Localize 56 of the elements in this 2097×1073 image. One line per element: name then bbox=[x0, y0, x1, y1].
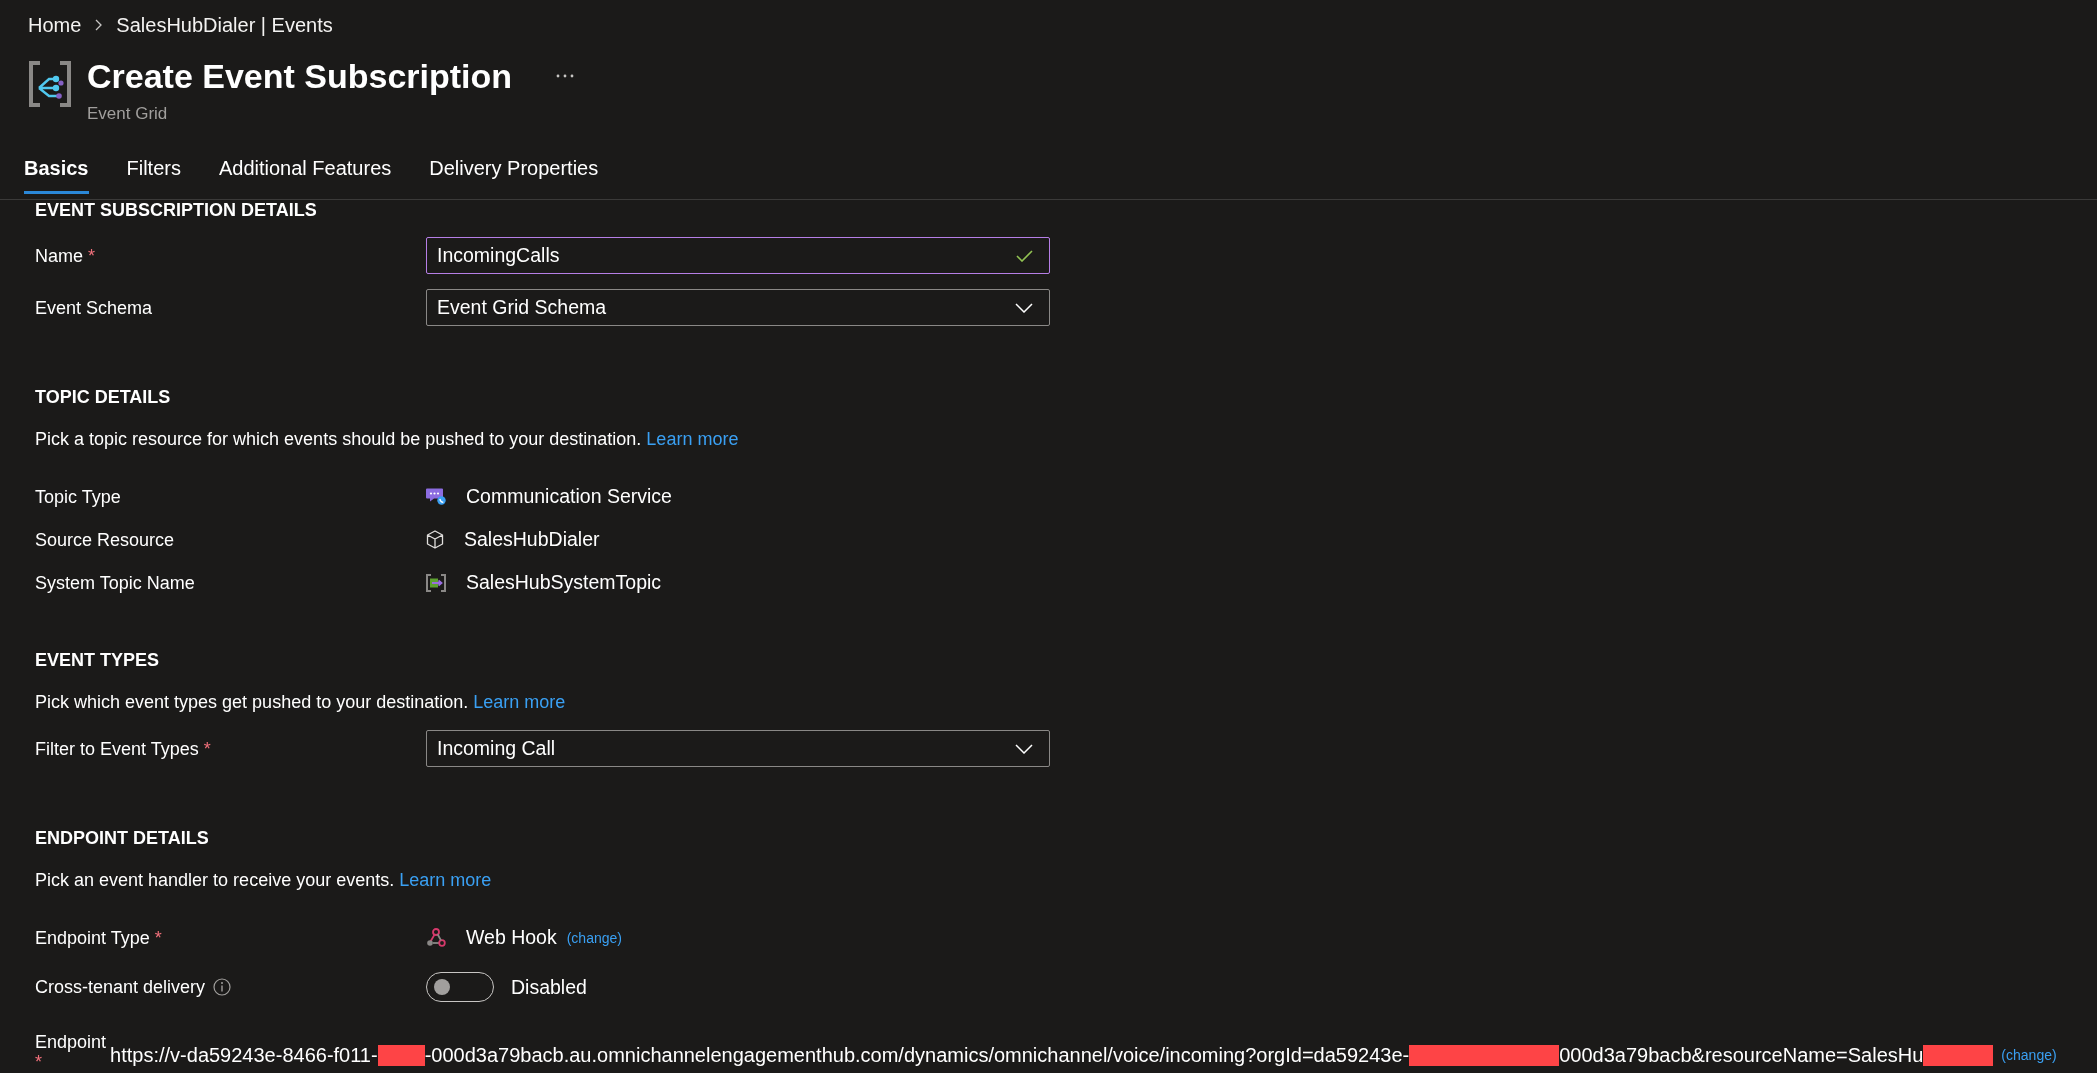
field-label: Event Schema bbox=[35, 296, 153, 319]
name-input[interactable]: IncomingCalls bbox=[426, 237, 1050, 274]
required-asterisk: * bbox=[88, 244, 96, 267]
tab[interactable]: Basics bbox=[24, 148, 89, 194]
required-asterisk: * bbox=[203, 737, 211, 760]
webhook-icon bbox=[426, 928, 446, 947]
learn-more-link[interactable]: Learn more bbox=[399, 870, 492, 890]
field-label: Endpoint Type bbox=[35, 926, 150, 949]
field-label: Endpoint bbox=[35, 1031, 107, 1053]
required-asterisk: * bbox=[35, 1053, 42, 1071]
section-description: Pick a topic resource for which events should be pushed to your destination. Learn more bbox=[35, 428, 739, 450]
section-heading: TOPIC DETAILS bbox=[35, 387, 171, 407]
more-icon[interactable] bbox=[556, 74, 575, 78]
section-heading: EVENT SUBSCRIPTION DETAILS bbox=[35, 200, 317, 220]
endpoint-url-text: https://v-da59243e-8466-f011- bbox=[110, 1043, 378, 1067]
redaction-block bbox=[1923, 1044, 1994, 1066]
tab[interactable]: Filters bbox=[126, 148, 181, 194]
change-link[interactable]: (change) bbox=[2001, 1047, 2057, 1063]
cube-icon bbox=[426, 530, 444, 549]
dropdown[interactable]: Incoming Call bbox=[426, 730, 1050, 767]
learn-more-link[interactable]: Learn more bbox=[473, 692, 566, 712]
field-value: SalesHubDialer bbox=[464, 528, 600, 551]
field-value: Web Hook bbox=[466, 926, 557, 949]
dropdown[interactable]: Event Grid Schema bbox=[426, 289, 1050, 326]
breadcrumb-link[interactable]: Home bbox=[28, 14, 82, 36]
toggle-state-label: Disabled bbox=[511, 975, 587, 999]
chevron-down-icon bbox=[1015, 743, 1033, 754]
field-label: Cross-tenant delivery bbox=[35, 976, 206, 998]
page-subtitle: Event Grid bbox=[87, 104, 168, 124]
chevron-down-icon bbox=[1015, 302, 1033, 313]
field-label: Filter to Event Types bbox=[35, 737, 199, 760]
change-link[interactable]: (change) bbox=[566, 929, 622, 946]
breadcrumb-link[interactable]: SalesHubDialer | Events bbox=[116, 14, 333, 36]
field-value: Communication Service bbox=[466, 485, 672, 508]
bracket-arrow-icon bbox=[426, 573, 446, 592]
section-heading: EVENT TYPES bbox=[35, 650, 160, 670]
info-icon[interactable] bbox=[213, 978, 232, 996]
field-label: Name bbox=[35, 244, 83, 267]
tab[interactable]: Additional Features bbox=[218, 148, 392, 194]
chevron-right-icon bbox=[95, 19, 103, 31]
field-label: Topic Type bbox=[35, 485, 121, 508]
tab[interactable]: Delivery Properties bbox=[429, 148, 599, 194]
branch-nodes-icon bbox=[28, 60, 72, 108]
redaction-block bbox=[377, 1044, 425, 1066]
section-description: Pick an event handler to receive your events. Learn more bbox=[35, 869, 492, 891]
endpoint-url-text: 000d3a79bacb&resourceName=SalesHu bbox=[1559, 1043, 1924, 1067]
page-title: Create Event Subscription bbox=[87, 56, 513, 96]
endpoint-url-text: -000d3a79bacb.au.omnichannelengagementhub.com/dynamics/omnichannel/voice/incoming?orgId=da59243e- bbox=[424, 1043, 1410, 1067]
chat-bubble-icon bbox=[426, 488, 446, 505]
section-description: Pick which event types get pushed to your destination. Learn more bbox=[35, 691, 566, 713]
learn-more-link[interactable]: Learn more bbox=[646, 429, 739, 449]
field-label: System Topic Name bbox=[35, 571, 195, 594]
section-heading: ENDPOINT DETAILS bbox=[35, 828, 209, 848]
required-asterisk: * bbox=[154, 926, 162, 949]
field-label: Source Resource bbox=[35, 528, 175, 551]
field-value: SalesHubSystemTopic bbox=[466, 571, 662, 594]
